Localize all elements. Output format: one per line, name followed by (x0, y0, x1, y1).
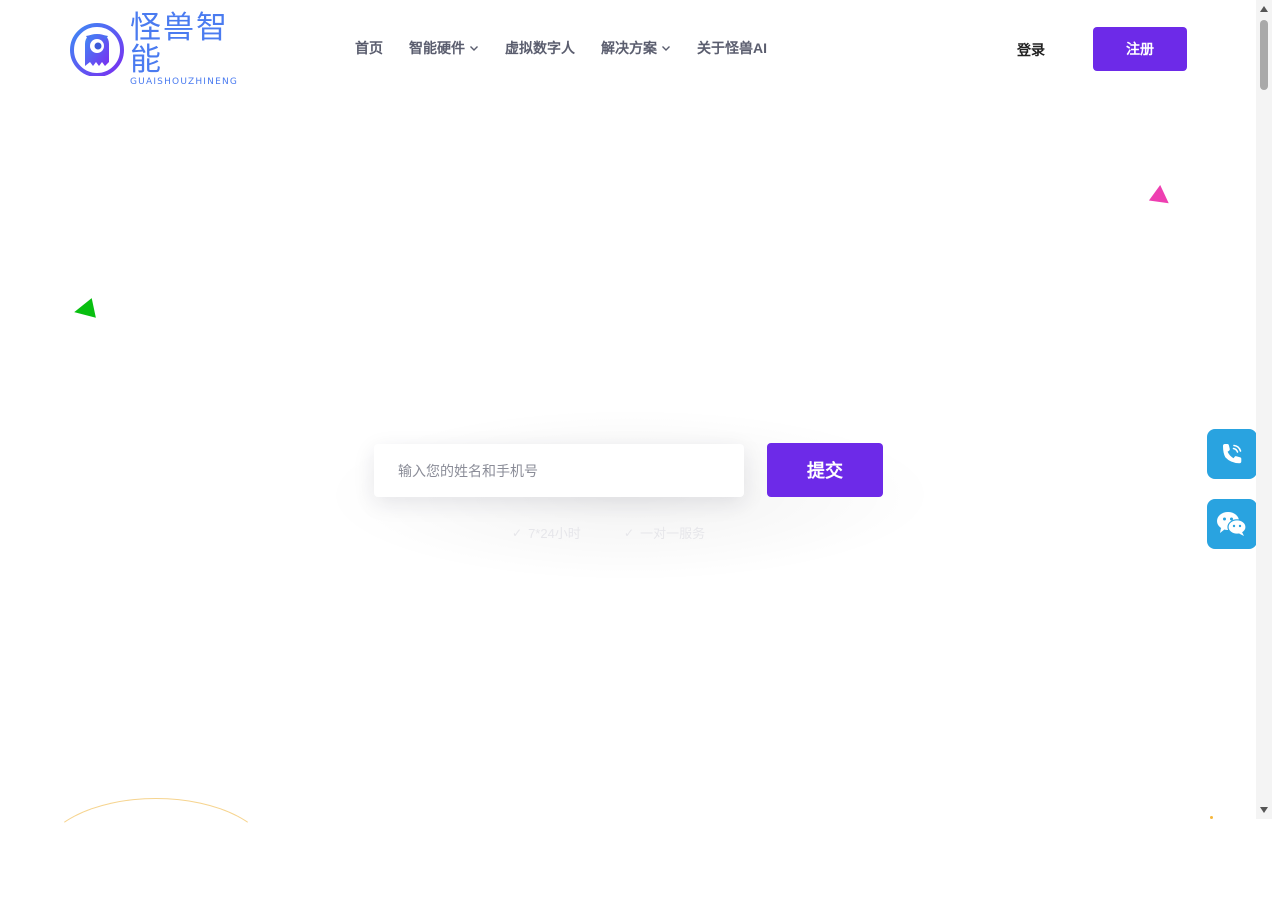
scroll-down-arrow-icon[interactable] (1260, 807, 1268, 813)
scroll-up-arrow-icon[interactable] (1260, 6, 1268, 12)
phone-button[interactable] (1207, 429, 1257, 479)
phone-icon (1223, 444, 1242, 464)
register-button[interactable]: 注册 (1093, 27, 1187, 71)
wechat-icon (1217, 512, 1247, 536)
scrollbar[interactable] (1256, 0, 1272, 819)
brand-name: 怪兽智能 (130, 9, 229, 78)
chevron-down-icon (470, 46, 478, 51)
name-phone-input[interactable] (374, 444, 728, 497)
logo[interactable]: 怪兽智能 GUAISHOUZHINENG (70, 12, 260, 87)
submit-button[interactable]: 提交 (767, 443, 883, 497)
monster-logo-icon (70, 22, 124, 77)
check-icon: ✓ (512, 525, 523, 540)
nav-item-home[interactable]: 首页 (355, 38, 383, 58)
nav-item-solutions[interactable]: 解决方案 (601, 38, 671, 58)
feature-24h: ✓ 7*24小时 (512, 523, 581, 542)
contact-form (374, 444, 744, 497)
feature-label: 一对一服务 (640, 526, 706, 541)
decorative-triangle-green (72, 298, 96, 322)
brand-name-en: GUAISHOUZHINENG (130, 76, 239, 87)
nav-item-label: 关于怪兽AI (697, 40, 767, 56)
feature-label: 7*24小时 (528, 526, 581, 541)
nav-item-digital-human[interactable]: 虚拟数字人 (505, 38, 575, 58)
decorative-triangle-pink (1148, 183, 1172, 204)
chevron-down-icon (662, 46, 670, 51)
nav-item-about[interactable]: 关于怪兽AI (697, 38, 767, 58)
login-link[interactable]: 登录 (1017, 40, 1045, 60)
check-icon: ✓ (624, 525, 635, 540)
site-header: 怪兽智能 GUAISHOUZHINENG 首页 智能硬件 虚拟数字人 解决方案 … (0, 0, 1256, 96)
nav-item-label: 虚拟数字人 (505, 40, 575, 56)
nav-item-label: 解决方案 (601, 40, 657, 56)
wechat-button[interactable] (1207, 499, 1257, 549)
nav-item-label: 首页 (355, 40, 383, 56)
scrollbar-thumb[interactable] (1260, 20, 1268, 90)
decorative-arc (40, 798, 272, 920)
nav-item-hardware[interactable]: 智能硬件 (409, 38, 479, 58)
nav-item-label: 智能硬件 (409, 40, 465, 56)
main-nav: 首页 智能硬件 虚拟数字人 解决方案 关于怪兽AI (355, 38, 793, 58)
feature-one-on-one: ✓ 一对一服务 (624, 523, 705, 542)
